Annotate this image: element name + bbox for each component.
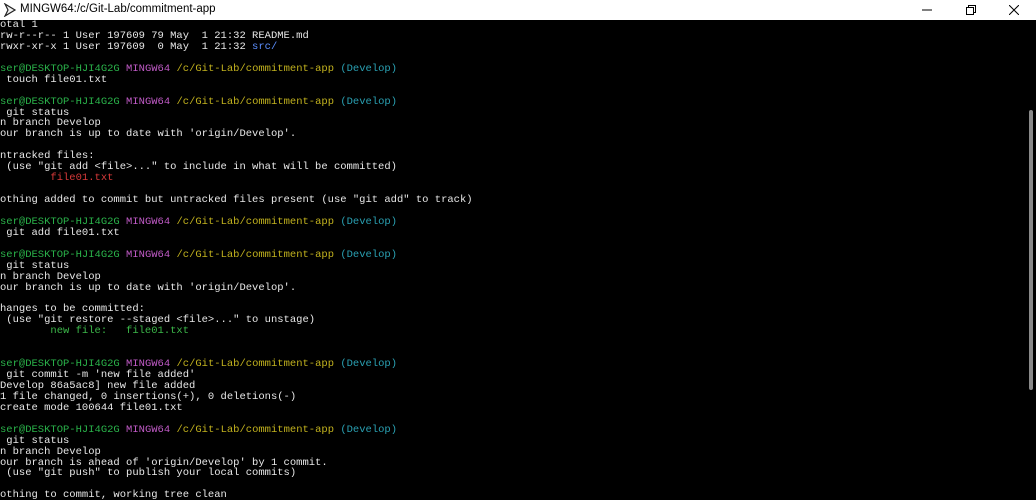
prompt-path: /c/Git-Lab/commitment-app <box>176 358 334 371</box>
prompt-user: ser@DESKTOP-HJI4G2G <box>0 62 120 75</box>
prompt-path: /c/Git-Lab/commitment-app <box>176 215 334 228</box>
output-text: rwxr-xr-x 1 User 197609 0 May 1 21:32 <box>0 40 253 53</box>
prompt-user: ser@DESKTOP-HJI4G2G <box>0 423 120 436</box>
untracked-file: file01.txt <box>0 172 114 185</box>
prompt-branch: (Develop) <box>340 95 398 108</box>
terminal-output[interactable]: otal 1 rw-r--r-- 1 User 197609 79 May 1 … <box>0 20 1020 500</box>
output-line: n branch Develop <box>0 445 101 458</box>
prompt-branch: (Develop) <box>340 215 398 228</box>
output-line: (use "git add <file>..." to include in w… <box>0 161 397 174</box>
prompt-path: /c/Git-Lab/commitment-app <box>176 62 334 75</box>
prompt-shell: MINGW64 <box>126 248 171 261</box>
prompt-line: ser@DESKTOP-HJI4G2G MINGW64 /c/Git-Lab/c… <box>0 95 1020 108</box>
close-button[interactable] <box>992 0 1036 20</box>
prompt-branch: (Develop) <box>340 423 398 436</box>
window-title: MINGW64:/c/Git-Lab/commitment-app <box>20 3 216 15</box>
prompt-shell: MINGW64 <box>126 95 171 108</box>
prompt-line: ser@DESKTOP-HJI4G2G MINGW64 /c/Git-Lab/c… <box>0 215 1020 228</box>
directory-name: src/ <box>252 40 278 53</box>
prompt-shell: MINGW64 <box>126 423 171 436</box>
prompt-shell: MINGW64 <box>126 215 171 228</box>
prompt-user: ser@DESKTOP-HJI4G2G <box>0 95 120 108</box>
scrollbar-thumb[interactable] <box>1029 110 1033 390</box>
prompt-path: /c/Git-Lab/commitment-app <box>176 248 334 261</box>
output-line: othing to commit, working tree clean <box>0 489 227 500</box>
prompt-path: /c/Git-Lab/commitment-app <box>176 423 334 436</box>
close-icon <box>1009 5 1019 15</box>
prompt-branch: (Develop) <box>340 248 398 261</box>
output-line: rwxr-xr-x 1 User 197609 0 May 1 21:32 sr… <box>0 40 1020 53</box>
command-line: touch file01.txt <box>0 73 108 86</box>
command-line: git status <box>0 106 70 119</box>
prompt-user: ser@DESKTOP-HJI4G2G <box>0 248 120 261</box>
output-line: othing added to commit but untracked fil… <box>0 194 473 206</box>
prompt-branch: (Develop) <box>340 62 398 75</box>
command-line: git status <box>0 259 70 272</box>
scrollbar-track[interactable] <box>1020 20 1036 500</box>
staged-file: new file: file01.txt <box>0 325 190 338</box>
minimize-icon <box>922 9 932 11</box>
output-line: (use "git push" to publish your local co… <box>0 467 297 480</box>
command-line: git add file01.txt <box>0 226 120 239</box>
terminal-window: MINGW64:/c/Git-Lab/commitment-app otal 1… <box>0 0 1036 500</box>
prompt-line: ser@DESKTOP-HJI4G2G MINGW64 /c/Git-Lab/c… <box>0 248 1020 261</box>
prompt-path: /c/Git-Lab/commitment-app <box>176 95 334 108</box>
prompt-line: ser@DESKTOP-HJI4G2G MINGW64 /c/Git-Lab/c… <box>0 423 1020 436</box>
prompt-line: ser@DESKTOP-HJI4G2G MINGW64 /c/Git-Lab/c… <box>0 62 1020 75</box>
restore-icon <box>966 5 976 15</box>
prompt-branch: (Develop) <box>340 358 398 371</box>
output-line: our branch is up to date with 'origin/De… <box>0 281 297 294</box>
maximize-button[interactable] <box>949 0 993 20</box>
output-line: our branch is up to date with 'origin/De… <box>0 128 297 141</box>
command-line: git status <box>0 434 70 447</box>
title-bar[interactable]: MINGW64:/c/Git-Lab/commitment-app <box>0 0 1036 20</box>
output-line: create mode 100644 file01.txt <box>0 401 183 414</box>
prompt-shell: MINGW64 <box>126 62 171 75</box>
minimize-button[interactable] <box>905 0 949 20</box>
git-bash-icon <box>3 3 17 17</box>
output-line: n branch Develop <box>0 270 101 283</box>
